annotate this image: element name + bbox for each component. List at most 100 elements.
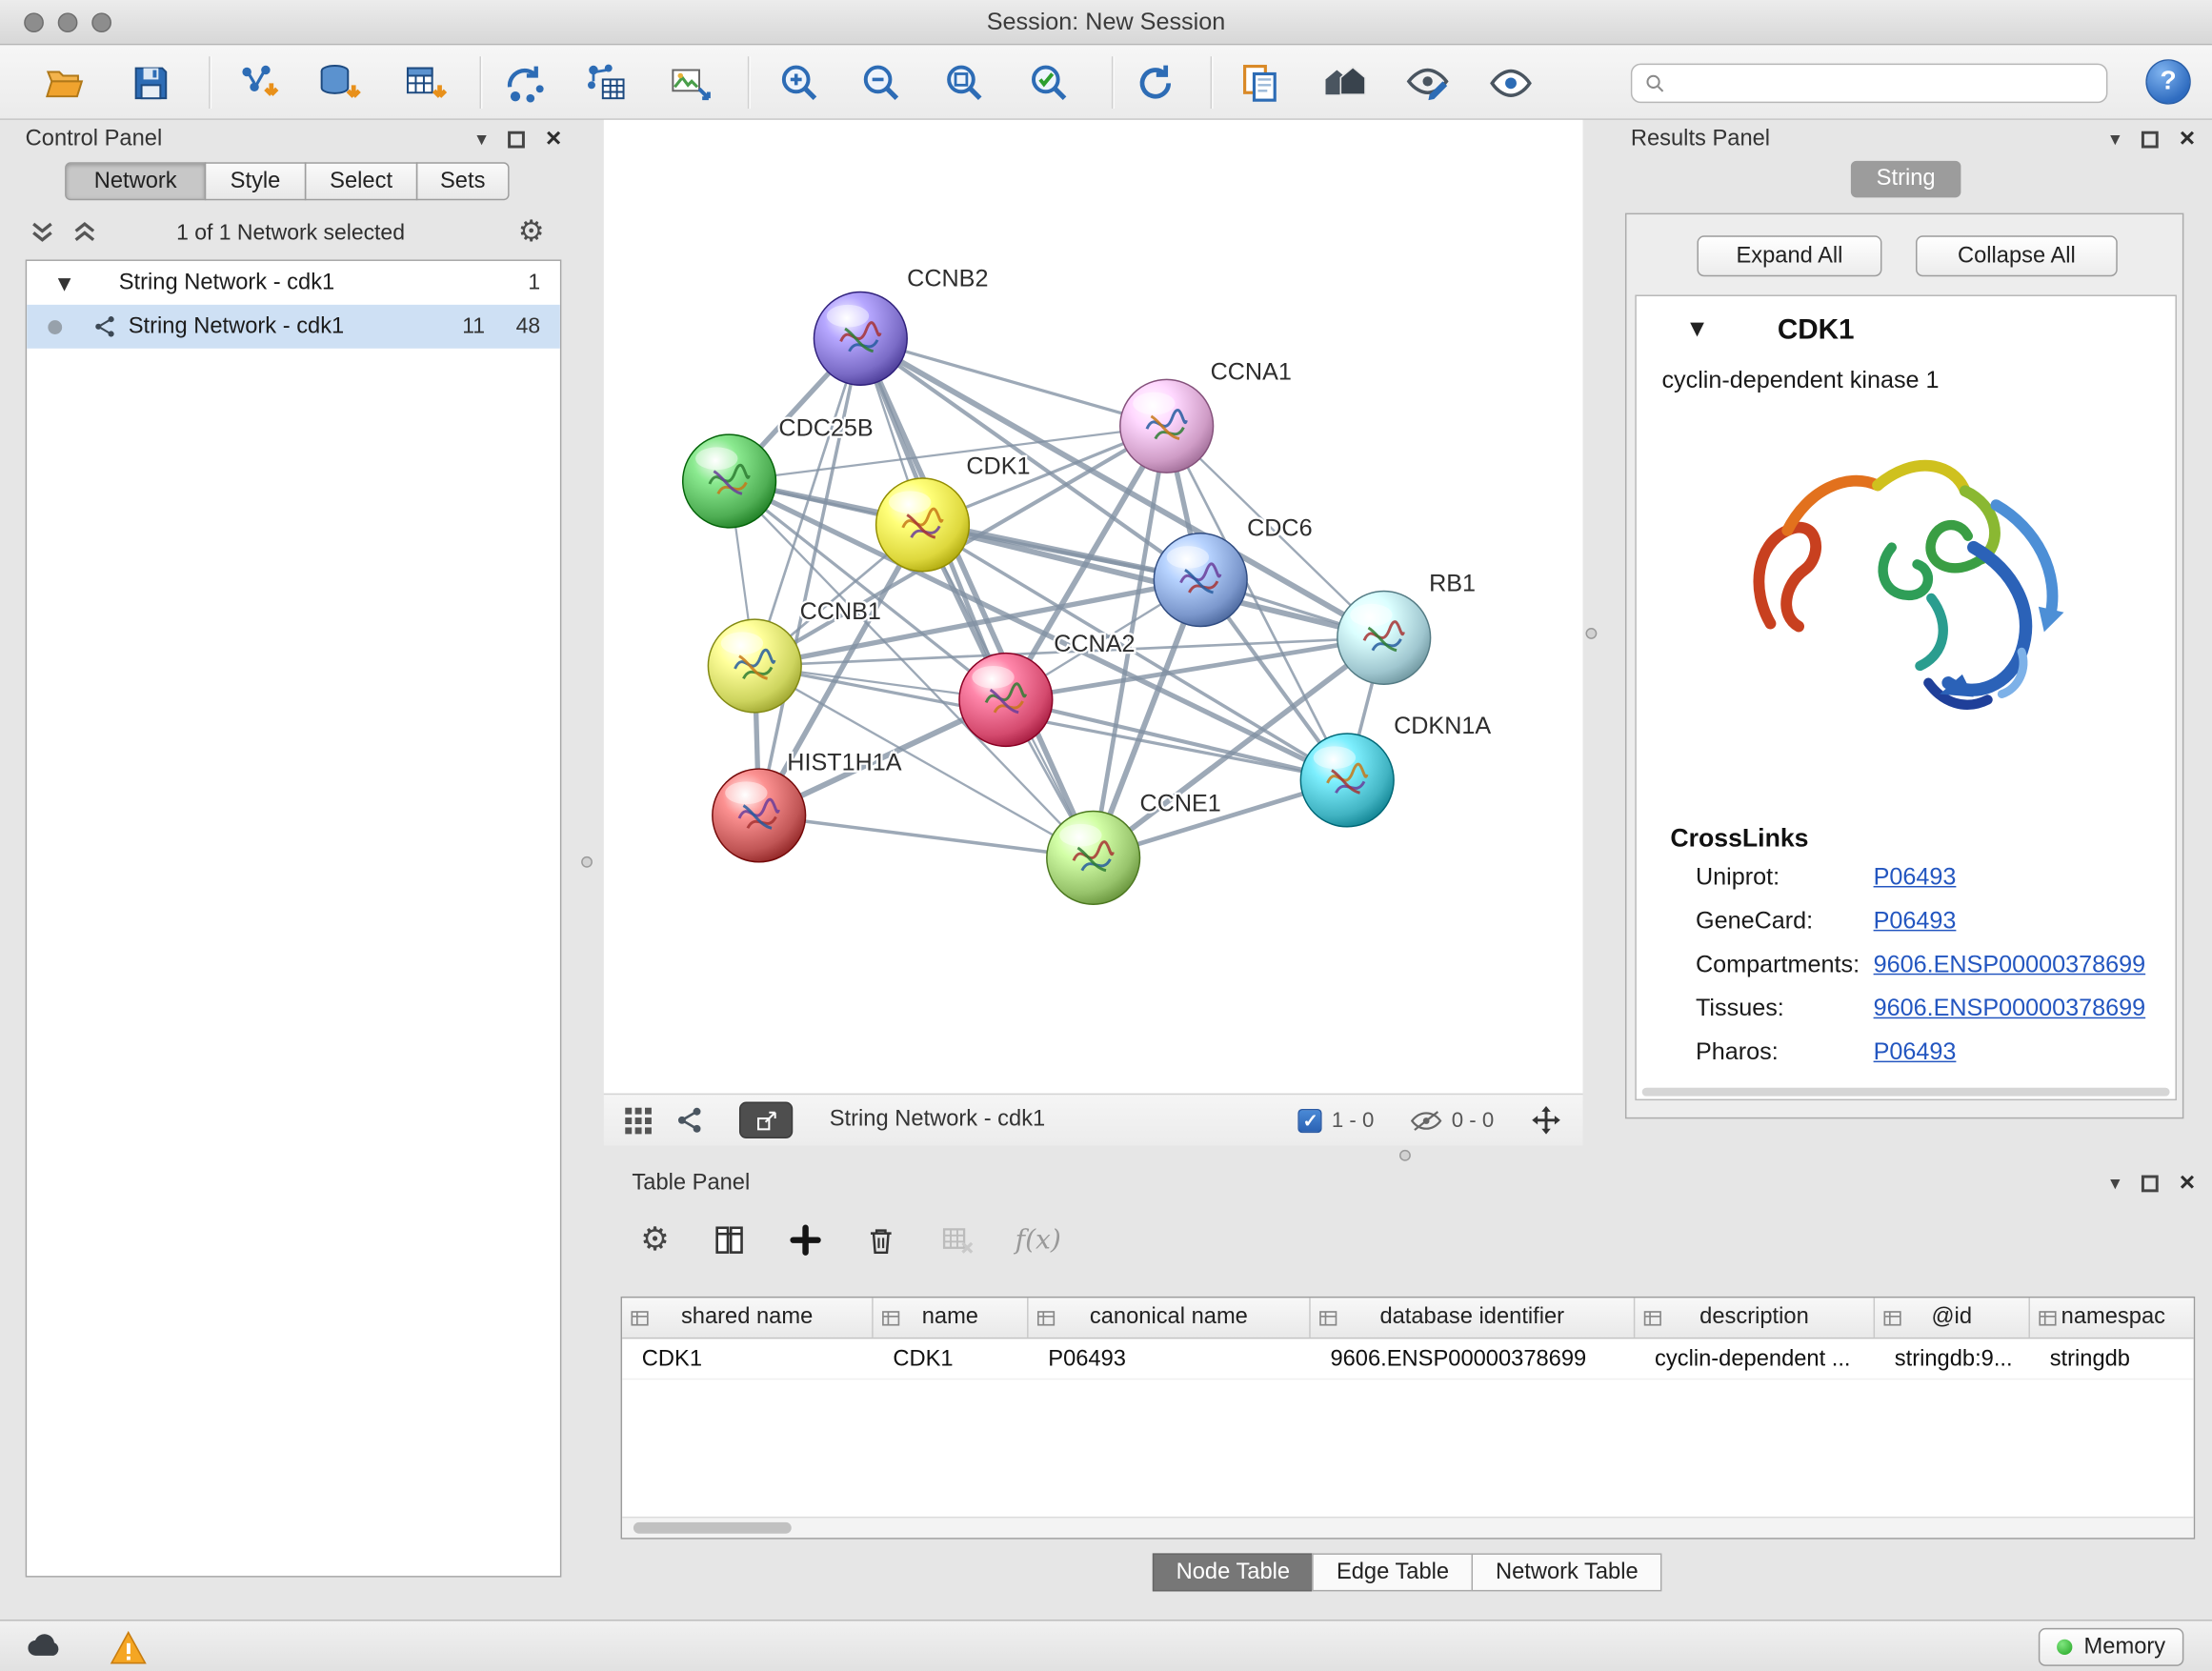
network-graph[interactable]: CCNB2CCNA1CDC25BCDK1CDC6RB1CCNB1CCNA2CDK… (604, 120, 1583, 1094)
results-scrollbar[interactable] (1642, 1088, 2170, 1097)
panel-close-icon[interactable]: × (2180, 124, 2195, 155)
collapse-all-button[interactable]: Collapse All (1916, 235, 2118, 276)
results-panel-title: Results Panel (1631, 127, 1770, 152)
tab-style[interactable]: Style (205, 162, 307, 200)
home-networks-icon[interactable] (1319, 58, 1370, 109)
crosslink-compartments-link[interactable]: 9606.ENSP00000378699 (1874, 951, 2146, 979)
network-row-selected[interactable]: String Network - cdk1 11 48 (27, 305, 560, 349)
crosslink-uniprot-link[interactable]: P06493 (1874, 863, 1957, 892)
network-node-CDKN1A[interactable]: CDKN1A (1300, 713, 1491, 827)
table-horizontal-scrollbar[interactable] (622, 1517, 2194, 1538)
expand-all-button[interactable]: Expand All (1697, 235, 1881, 276)
help-button[interactable]: ? (2145, 59, 2190, 104)
scrollbar-thumb[interactable] (633, 1522, 792, 1534)
cell-id[interactable]: stringdb:9... (1875, 1339, 2030, 1378)
cell-canonical-name[interactable]: P06493 (1029, 1339, 1311, 1378)
tab-node-table[interactable]: Node Table (1152, 1553, 1314, 1591)
splitter-handle[interactable] (1585, 628, 1597, 639)
add-column-icon[interactable] (785, 1220, 824, 1259)
tab-string[interactable]: String (1851, 161, 1961, 198)
panel-close-icon[interactable]: × (2180, 1168, 2195, 1199)
move-tool-icon[interactable] (1528, 1102, 1565, 1139)
hide-annotations-icon[interactable] (1402, 58, 1453, 109)
splitter-handle[interactable] (1399, 1150, 1411, 1161)
panel-dock-icon[interactable]: ▾ (476, 130, 486, 150)
network-node-CCNB1[interactable]: CCNB1 (708, 598, 881, 713)
network-collection-row[interactable]: ▼ String Network - cdk1 1 (27, 261, 560, 305)
network-node-HIST1H1A[interactable]: HIST1H1A (713, 750, 902, 862)
birdseye-grid-icon[interactable] (622, 1104, 654, 1137)
function-builder-icon[interactable]: f(x) (1013, 1221, 1064, 1258)
column-icon (631, 1308, 649, 1326)
panel-float-icon[interactable] (508, 131, 525, 149)
panel-dock-icon[interactable]: ▾ (2110, 130, 2120, 150)
refresh-layout-icon[interactable] (1130, 58, 1180, 109)
panel-float-icon[interactable] (2142, 131, 2159, 149)
show-annotations-icon[interactable] (1485, 58, 1536, 109)
splitter-handle[interactable] (581, 856, 593, 868)
save-session-icon[interactable] (126, 58, 176, 109)
table-options-gear-icon[interactable]: ⚙ (637, 1221, 672, 1259)
edge-count: 48 (516, 313, 560, 339)
tab-edge-table[interactable]: Edge Table (1313, 1553, 1473, 1591)
cell-namespace[interactable]: stringdb (2030, 1339, 2195, 1378)
collection-count: 1 (528, 271, 560, 296)
network-from-table-icon[interactable] (581, 58, 632, 109)
cell-name[interactable]: CDK1 (874, 1339, 1029, 1378)
gene-name: CDK1 (1778, 314, 1855, 347)
toolbar-separator (748, 56, 749, 109)
selected-nodes-checkbox[interactable] (1297, 1108, 1321, 1132)
node-label: CCNB2 (907, 266, 988, 292)
crosslink-tissues-link[interactable]: 9606.ENSP00000378699 (1874, 995, 2146, 1023)
cell-description[interactable]: cyclin-dependent ... (1635, 1339, 1875, 1378)
tab-network[interactable]: Network (65, 162, 206, 200)
export-image-icon[interactable] (664, 58, 714, 109)
zoom-out-icon[interactable] (856, 58, 907, 109)
cell-shared-name[interactable]: CDK1 (622, 1339, 874, 1378)
cloud-tasks-icon[interactable] (23, 1628, 68, 1666)
control-panel-tabs: Network Style Select Sets (65, 162, 509, 200)
tree-expanded-icon[interactable]: ▼ (58, 273, 71, 293)
network-node-CDC25B[interactable]: CDC25B (683, 415, 874, 528)
show-columns-icon[interactable] (709, 1220, 748, 1259)
search-input[interactable] (1676, 70, 2093, 96)
network-node-CCNA1[interactable]: CCNA1 (1120, 358, 1292, 473)
cell-database-identifier[interactable]: 9606.ENSP00000378699 (1311, 1339, 1636, 1378)
network-canvas[interactable]: CCNB2CCNA1CDC25BCDK1CDC6RB1CCNB1CCNA2CDK… (604, 120, 1583, 1094)
search-box (1631, 64, 2108, 103)
open-in-window-icon (754, 1108, 778, 1132)
column-icon (2039, 1308, 2057, 1326)
network-node-RB1[interactable]: RB1 (1337, 570, 1476, 684)
expand-all-icon[interactable] (68, 217, 102, 252)
gene-collapse-icon[interactable]: ▼ (1690, 320, 1704, 338)
delete-column-icon[interactable] (861, 1221, 899, 1259)
memory-button[interactable]: Memory (2039, 1628, 2183, 1666)
warning-icon[interactable] (108, 1628, 150, 1671)
open-in-window-button[interactable] (739, 1102, 793, 1139)
node-table: shared name name canonical name database… (621, 1297, 2196, 1540)
network-node-CDK1[interactable]: CDK1 (876, 453, 1031, 572)
panel-close-icon[interactable]: × (546, 124, 561, 155)
table-row[interactable]: CDK1 CDK1 P06493 9606.ENSP00000378699 cy… (622, 1339, 2194, 1379)
crosslink-pharos-link[interactable]: P06493 (1874, 1038, 1957, 1067)
import-network-database-icon[interactable] (313, 58, 364, 109)
import-table-icon[interactable] (399, 58, 450, 109)
collapse-all-icon[interactable] (26, 217, 60, 252)
open-session-icon[interactable] (39, 58, 90, 109)
zoom-selected-icon[interactable] (1024, 58, 1075, 109)
network-overview-icon[interactable] (674, 1105, 706, 1137)
zoom-fit-icon[interactable] (939, 58, 990, 109)
panel-dock-icon[interactable]: ▾ (2110, 1174, 2120, 1194)
network-node-CDC6[interactable]: CDC6 (1154, 515, 1312, 627)
crosslink-genecard-link[interactable]: P06493 (1874, 907, 1957, 936)
duplicate-style-icon[interactable] (1235, 58, 1285, 109)
import-network-file-icon[interactable] (232, 58, 283, 109)
panel-float-icon[interactable] (2142, 1176, 2159, 1193)
network-options-gear-icon[interactable]: ⚙ (510, 216, 553, 249)
zoom-in-icon[interactable] (774, 58, 825, 109)
tab-sets[interactable]: Sets (416, 162, 510, 200)
control-panel-title: Control Panel (26, 127, 163, 152)
tab-select[interactable]: Select (305, 162, 417, 200)
tab-network-table[interactable]: Network Table (1472, 1553, 1662, 1591)
new-network-icon[interactable] (499, 58, 550, 109)
